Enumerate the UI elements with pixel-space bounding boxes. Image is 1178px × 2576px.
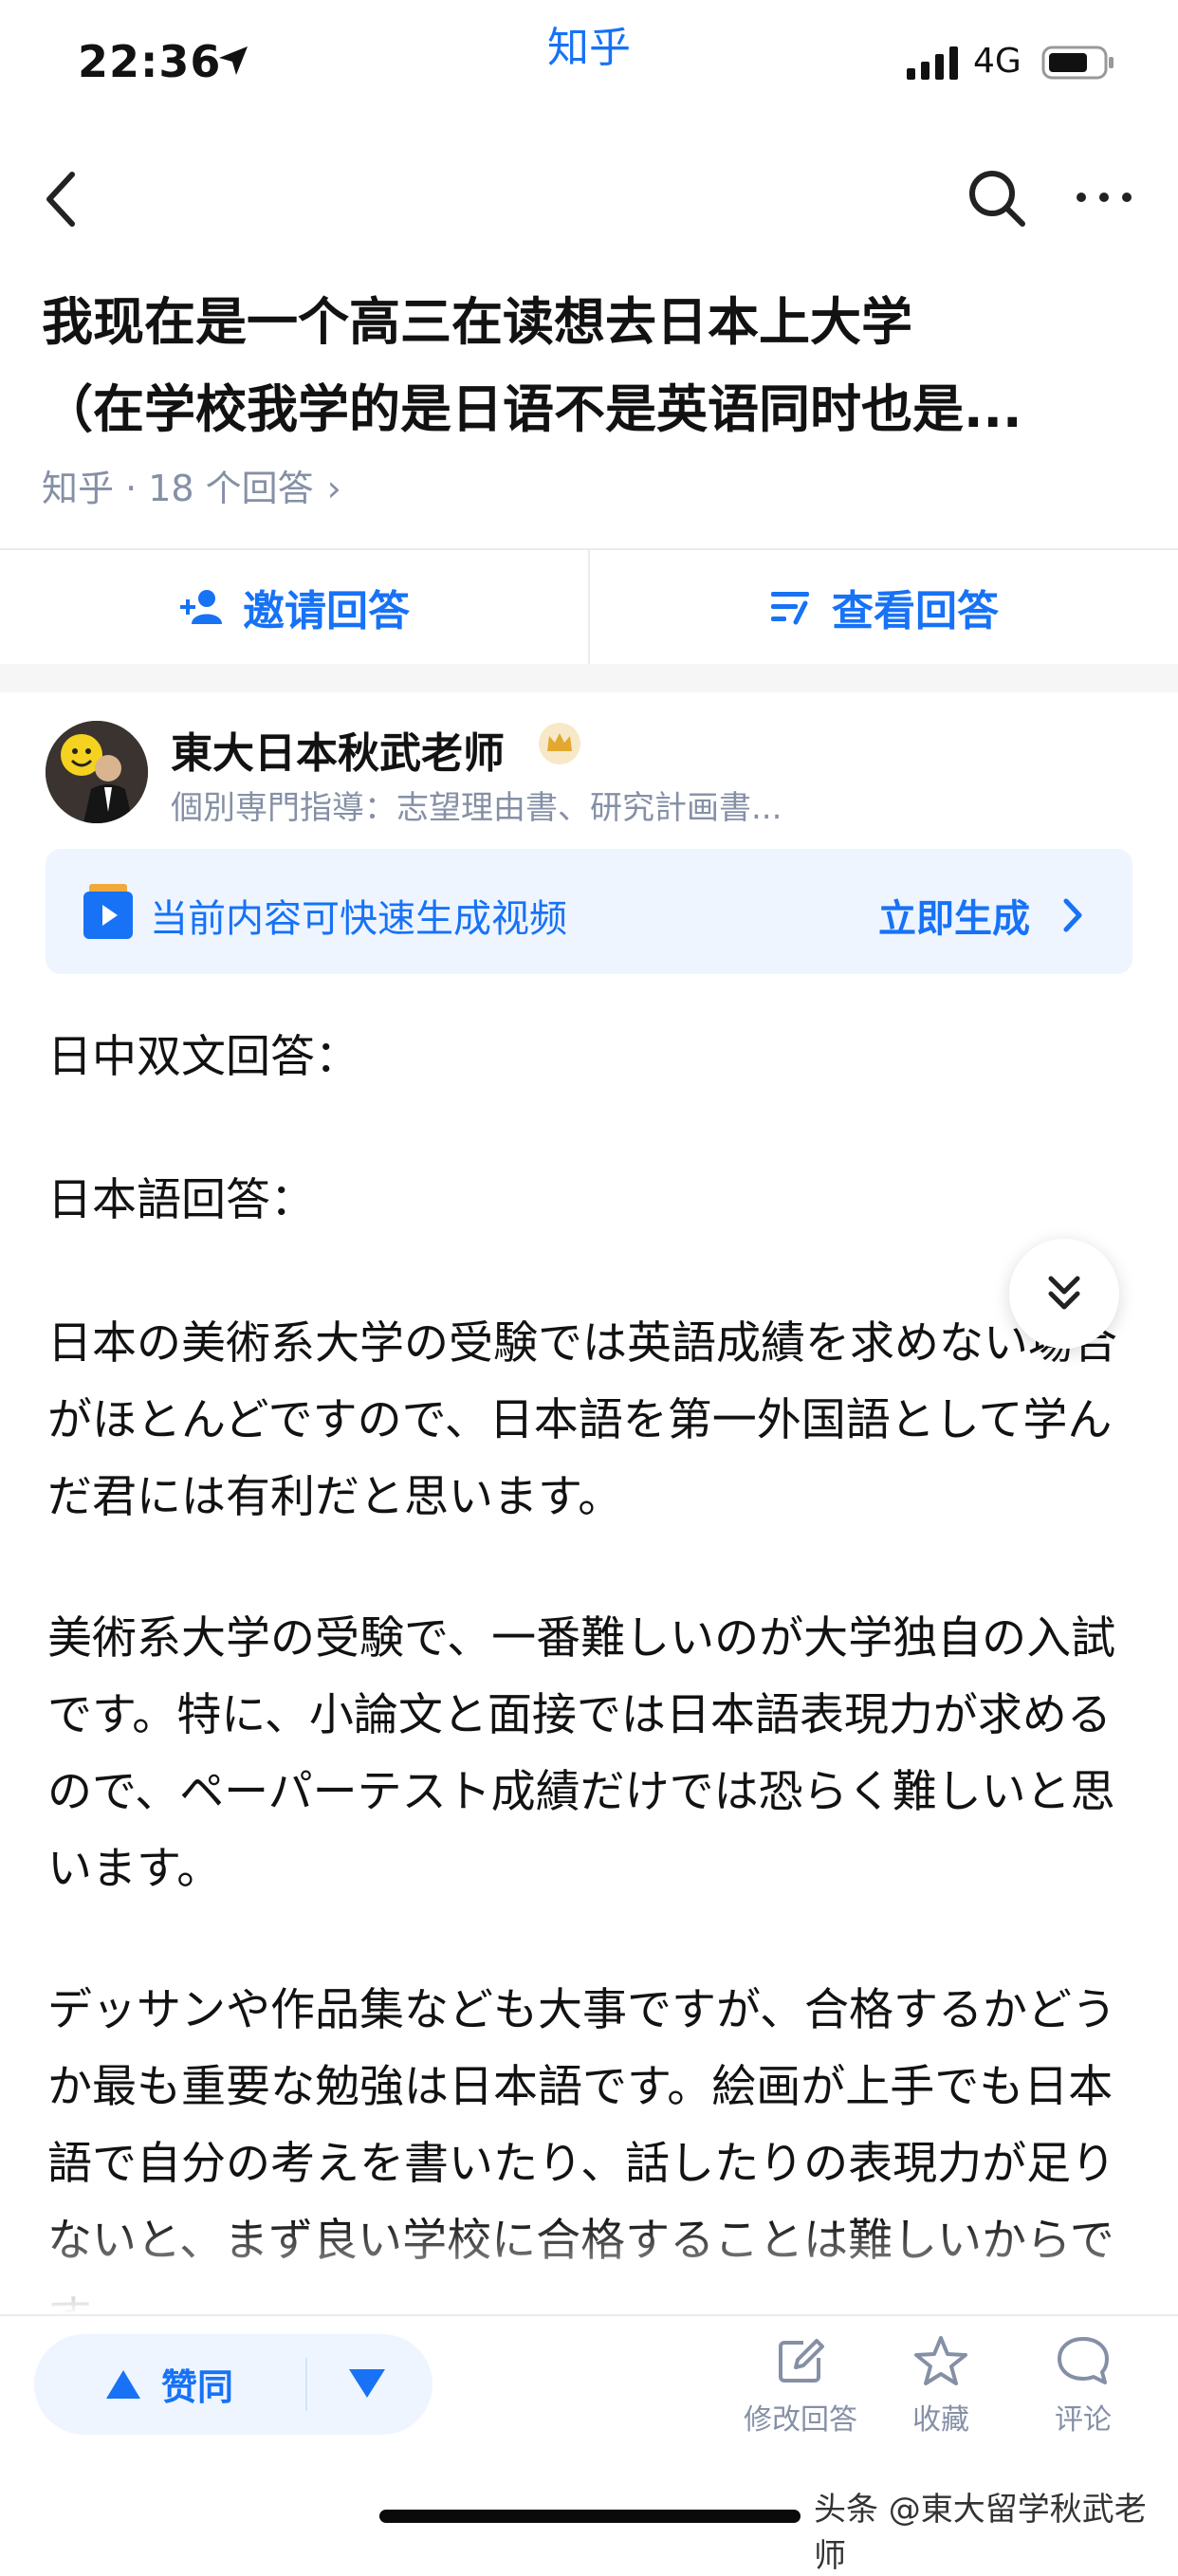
divider: [305, 2358, 307, 2411]
video-icon: [83, 884, 133, 939]
comment-button[interactable]: 评论: [1026, 2335, 1140, 2438]
upvote-button[interactable]: 赞同: [104, 2358, 233, 2410]
home-indicator[interactable]: [379, 2510, 801, 2523]
crown-badge-icon: [539, 723, 580, 764]
edit-answer-button[interactable]: 修改回答: [744, 2335, 857, 2438]
answer-paragraph: 日中双文回答：: [47, 1031, 359, 1083]
answer-paragraph: 日本の美術系大学の受験では英語成績を求めない場合がほとんどですので、日本語を第一…: [47, 1317, 1117, 1523]
comment-label: 评论: [1055, 2403, 1112, 2437]
answer-paragraph: 美術系大学の受験で、一番難しいのが大学独自の入試です。特に、小論文と面接では日本…: [47, 1612, 1116, 1895]
search-icon[interactable]: [966, 167, 1028, 230]
question-title-line: （在学校我学的是日语不是英语同时也是...: [42, 379, 1022, 439]
favorite-button[interactable]: 收藏: [884, 2335, 998, 2438]
star-icon: [914, 2336, 967, 2385]
content-fade: [0, 2219, 1178, 2314]
section-gap: [0, 664, 1178, 692]
battery-icon: [1041, 46, 1114, 80]
question-meta[interactable]: 知乎 · 18 个回答 ›: [42, 459, 341, 511]
author-description: 個別専門指導：志望理由書、研究計画書...: [171, 789, 782, 827]
edit-answer-label: 修改回答: [744, 2403, 857, 2437]
answer-paragraph: 日本語回答：: [47, 1174, 315, 1226]
avatar[interactable]: [46, 721, 148, 823]
edit-icon: [779, 2339, 824, 2383]
view-answers-label: 查看回答: [832, 587, 999, 635]
chevron-right-icon: ›: [326, 468, 341, 509]
double-chevron-down-icon: [1048, 1276, 1080, 1310]
signal-icon: [907, 46, 958, 80]
chevron-right-icon[interactable]: [1062, 895, 1085, 935]
comment-icon: [1058, 2337, 1109, 2384]
invite-answer-label: 邀请回答: [243, 587, 410, 635]
watermark: 头条 @東大留学秋武老师: [814, 2491, 1147, 2575]
view-answers-button[interactable]: 查看回答: [590, 550, 1178, 664]
add-user-icon: [180, 590, 222, 624]
question-title[interactable]: 我现在是一个高三在读想去日本上大学 （在学校我学的是日语不是英语同时也是...: [42, 279, 1151, 453]
author-name[interactable]: 東大日本秋武老师: [171, 719, 505, 780]
chevron-left-icon[interactable]: [42, 171, 80, 228]
network-type: 4G: [973, 42, 1022, 81]
favorite-label: 收藏: [912, 2403, 969, 2437]
question-title-line: 我现在是一个高三在读想去日本上大学: [42, 292, 912, 352]
upvote-label: 赞同: [161, 2366, 234, 2408]
generate-now-button[interactable]: 立即生成: [878, 888, 1030, 943]
banner-text: 当前内容可快速生成视频: [150, 897, 567, 941]
triangle-up-icon: [106, 2369, 140, 2399]
divider: [588, 550, 590, 664]
scroll-down-button[interactable]: [1009, 1239, 1119, 1349]
invite-answer-button[interactable]: 邀请回答: [0, 550, 588, 664]
answer-content: 日中双文回答： 日本語回答： 日本の美術系大学の受験では英語成績を求めない場合が…: [47, 1019, 1138, 2420]
sort-list-icon: [771, 592, 809, 625]
more-icon[interactable]: [1074, 186, 1134, 209]
downvote-button[interactable]: [347, 2367, 387, 2400]
answer-count: 知乎 · 18 个回答: [42, 468, 314, 509]
